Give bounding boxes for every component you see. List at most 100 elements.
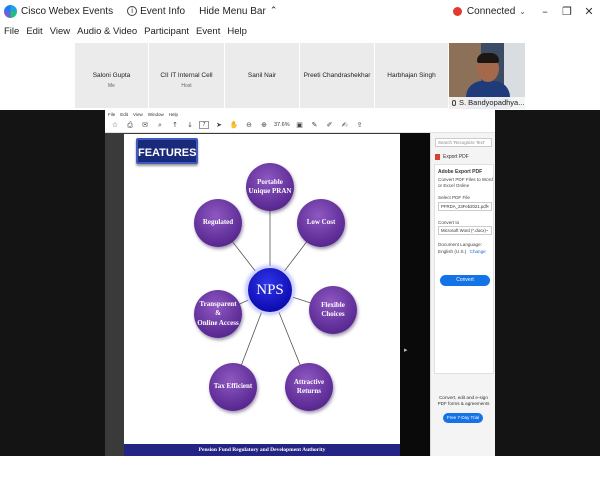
info-icon: i: [127, 6, 138, 16]
menu-view[interactable]: View: [50, 26, 70, 40]
convert-button[interactable]: Convert: [440, 275, 490, 286]
document-language-value: English (U.S.): [438, 249, 467, 254]
promo-text: Convert, edit and e-sign PDF forms & agr…: [437, 395, 490, 407]
page-number-field[interactable]: 7: [199, 121, 209, 129]
feature-node-flexible: Flexible Choices: [309, 286, 357, 334]
app-title: Cisco Webex Events: [21, 5, 114, 17]
selected-file-name: PFRDA_23Feb2021.pdf: [441, 204, 487, 209]
participant-name: Sanil Nair: [247, 72, 277, 79]
minimize-button[interactable]: –: [534, 5, 556, 18]
page-down-icon[interactable]: ↓: [185, 120, 195, 130]
participant-role: Host: [181, 83, 192, 89]
feature-node-portable: Portable Unique PRAN: [246, 163, 294, 211]
page-gutter: [400, 133, 430, 456]
highlight-icon[interactable]: ✐: [325, 120, 335, 130]
acrobat-window: File Edit View Window Help ☆ ⎙ ✉ ⌕ ↑ ↓ 7…: [105, 110, 495, 456]
webex-logo-icon: [4, 4, 17, 18]
participant-name: Preeti Chandrashekhar: [303, 72, 371, 79]
acrobat-menu-help[interactable]: Help: [169, 112, 178, 117]
acrobat-menu-file[interactable]: File: [108, 112, 115, 117]
hand-tool-icon[interactable]: ✋: [229, 120, 239, 130]
share-icon[interactable]: ⇪: [355, 120, 365, 130]
menu-edit[interactable]: Edit: [26, 26, 42, 40]
participant-tile[interactable]: Harbhajan Singh: [375, 43, 448, 108]
acrobat-menu-window[interactable]: Window: [148, 112, 164, 117]
acrobat-menu-edit[interactable]: Edit: [120, 112, 128, 117]
convert-to-select[interactable]: Microsoft Word (*.docx) ⌄: [438, 226, 492, 235]
tools-pane: Search 'Recognize Text' Export PDF Adobe…: [430, 133, 495, 456]
export-panel: Adobe Export PDF Convert PDF Files to Wo…: [434, 164, 494, 374]
title-bar: Cisco Webex Events i Event Info Hide Men…: [0, 0, 600, 22]
event-info-button[interactable]: i Event Info: [127, 6, 185, 17]
participant-tile[interactable]: Preeti Chandrashekhar: [300, 43, 374, 108]
participant-tile[interactable]: Saloni Gupta Me: [75, 43, 148, 108]
participants-strip: Saloni Gupta Me CII IT Internal Cell Hos…: [0, 43, 600, 110]
feature-node-returns: Attractive Returns: [285, 363, 333, 411]
email-icon[interactable]: ✉: [140, 120, 150, 130]
change-language-link[interactable]: Change: [470, 249, 486, 254]
comment-icon[interactable]: ✎: [310, 120, 320, 130]
participant-name: Harbhajan Singh: [387, 72, 436, 79]
feature-node-regulated: Regulated: [194, 199, 242, 247]
zoom-out-icon[interactable]: ⊖: [244, 120, 254, 130]
print-icon[interactable]: ⎙: [125, 120, 135, 130]
chevron-down-icon: ⌄: [485, 228, 489, 233]
menu-audio-video[interactable]: Audio & Video: [77, 26, 137, 40]
acrobat-menu-view[interactable]: View: [133, 112, 143, 117]
convert-to-label: Convert to: [438, 220, 460, 225]
export-panel-title: Adobe Export PDF: [438, 169, 483, 175]
feature-node-transparent: Transparent & Online Access: [194, 290, 242, 338]
acrobat-toolbar: ☆ ⎙ ✉ ⌕ ↑ ↓ 7 ➤ ✋ ⊖ ⊕ 37.6% ▣ ✎ ✐ ✍ ⇪: [105, 118, 495, 133]
close-button[interactable]: ✕: [578, 5, 600, 18]
bookmark-icon[interactable]: ☆: [110, 120, 120, 130]
sign-icon[interactable]: ✍: [340, 120, 350, 130]
participant-role: Me: [108, 83, 115, 89]
zoom-level[interactable]: 37.6%: [274, 122, 290, 128]
hide-menu-bar-button[interactable]: Hide Menu Bar ⌃: [199, 6, 277, 17]
zoom-in-icon[interactable]: ⊕: [259, 120, 269, 130]
microphone-icon: [452, 100, 456, 107]
share-margin-right: [495, 110, 600, 456]
participant-name: Saloni Gupta: [92, 72, 131, 79]
participant-name: CII IT Internal Cell: [160, 72, 213, 79]
selected-file-field[interactable]: PFRDA_23Feb2021.pdf ×: [438, 202, 492, 211]
menu-bar: File Edit View Audio & Video Participant…: [0, 26, 250, 40]
page-up-icon[interactable]: ↑: [170, 120, 180, 130]
clear-file-icon[interactable]: ×: [486, 203, 489, 210]
menu-event[interactable]: Event: [196, 26, 220, 40]
export-panel-desc: Convert PDF Files to Word or Excel Onlin…: [438, 177, 493, 188]
restore-button[interactable]: ❐: [556, 5, 578, 18]
menu-file[interactable]: File: [4, 26, 19, 40]
select-tool-icon[interactable]: ➤: [214, 120, 224, 130]
participant-tile[interactable]: CII IT Internal Cell Host: [149, 43, 224, 108]
connection-status: Connected: [466, 5, 516, 17]
export-pdf-label: Export PDF: [443, 153, 469, 160]
tools-search-input[interactable]: Search 'Recognize Text': [435, 138, 492, 147]
connection-status-icon: [452, 6, 462, 16]
convert-to-value: Microsoft Word (*.docx): [441, 228, 486, 233]
active-speaker-video[interactable]: S. Bandyopadhya...: [449, 43, 525, 109]
chevron-down-icon[interactable]: ⌄: [519, 7, 526, 16]
document-language-label: Document Language:: [438, 242, 482, 247]
event-info-label: Event Info: [140, 5, 186, 17]
document-area: FEATURES Portable Unique PRAN Low Cost Fle…: [105, 133, 430, 456]
share-margin-left: [0, 110, 105, 456]
hide-menu-bar-label: Hide Menu Bar: [199, 5, 266, 17]
menu-participant[interactable]: Participant: [144, 26, 189, 40]
fit-page-icon[interactable]: ▣: [295, 120, 305, 130]
feature-node-low-cost: Low Cost: [297, 199, 345, 247]
export-pdf-header[interactable]: Export PDF: [435, 152, 492, 161]
document-language-row: English (U.S.) Change: [438, 249, 486, 254]
export-pdf-icon: [435, 153, 440, 160]
participant-tile[interactable]: Sanil Nair: [225, 43, 299, 108]
nps-center-node: NPS: [246, 266, 294, 314]
acrobat-menu: File Edit View Window Help: [108, 112, 183, 117]
chevron-up-icon: ⌃: [269, 6, 278, 16]
slide-footer: Pension Fund Regulatory and Development …: [124, 444, 400, 456]
active-speaker-label: S. Bandyopadhya...: [449, 97, 525, 109]
select-file-label: Select PDF File: [438, 195, 470, 200]
free-trial-button[interactable]: Free 7-Day Trial: [443, 413, 483, 423]
search-icon[interactable]: ⌕: [155, 120, 165, 130]
slide-page: FEATURES Portable Unique PRAN Low Cost Fle…: [124, 134, 400, 456]
menu-help[interactable]: Help: [227, 26, 247, 40]
